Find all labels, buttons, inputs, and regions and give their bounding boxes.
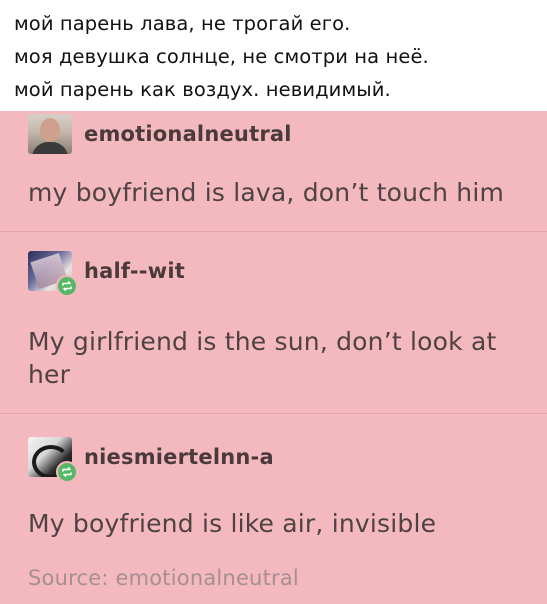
avatar[interactable] bbox=[28, 437, 78, 483]
caption-line: мой парень как воздух. невидимый. bbox=[14, 78, 391, 101]
username[interactable]: half--wit bbox=[84, 259, 185, 283]
username[interactable]: emotionalneutral bbox=[84, 122, 292, 146]
divider bbox=[0, 231, 547, 232]
caption-line: моя девушка солнце, не смотри на неё. bbox=[14, 45, 429, 68]
post-text: my boyfriend is lava, don’t touch him bbox=[28, 178, 505, 207]
source-link[interactable]: Source: emotionalneutral bbox=[28, 566, 299, 590]
divider bbox=[0, 413, 547, 414]
post-header: niesmiertelnn-a bbox=[28, 437, 274, 483]
tumblr-post: emotionalneutral my boyfriend is lava, d… bbox=[0, 111, 547, 604]
post-text: My boyfriend is like air, invisible bbox=[28, 509, 437, 538]
reblog-icon bbox=[56, 461, 78, 483]
username[interactable]: niesmiertelnn-a bbox=[84, 445, 274, 469]
reblog-icon bbox=[56, 275, 78, 297]
post-header: half--wit bbox=[28, 251, 185, 297]
caption: мой парень лава, не трогай его. моя деву… bbox=[14, 7, 537, 106]
avatar[interactable] bbox=[28, 251, 78, 297]
post-header: emotionalneutral bbox=[28, 114, 292, 154]
post-text: My girlfriend is the sun, don’t look at … bbox=[28, 327, 497, 389]
avatar[interactable] bbox=[28, 114, 72, 154]
profile-photo-icon bbox=[28, 114, 72, 154]
screenshot-page: мой парень лава, не трогай его. моя деву… bbox=[0, 0, 547, 604]
caption-line: мой парень лава, не трогай его. bbox=[14, 12, 351, 35]
